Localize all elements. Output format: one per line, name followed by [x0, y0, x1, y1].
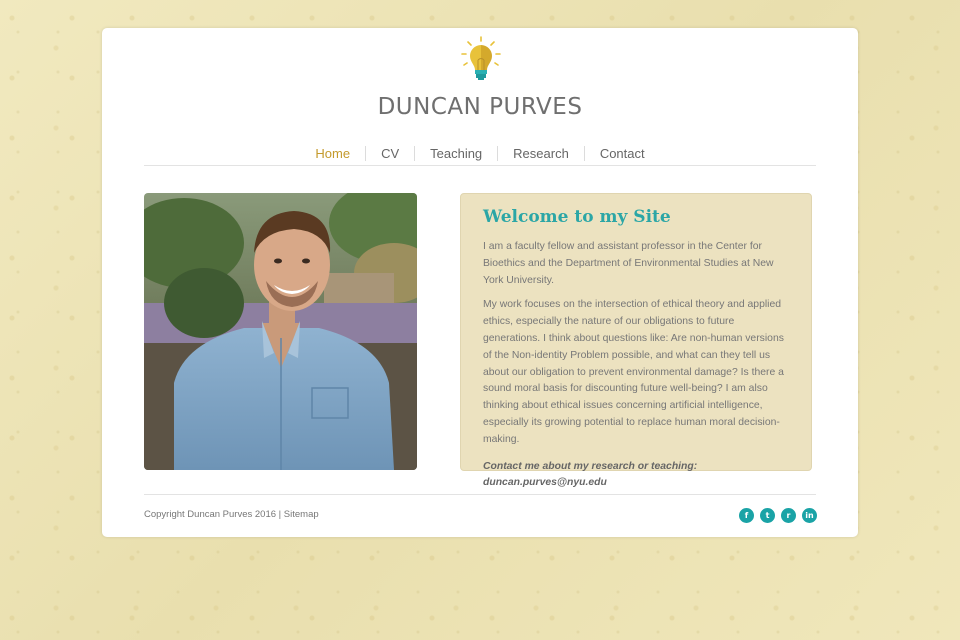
- twitter-icon[interactable]: t: [760, 508, 775, 523]
- intro-paragraph: I am a faculty fellow and assistant prof…: [483, 241, 774, 286]
- nav-cv[interactable]: CV: [365, 145, 414, 161]
- nav-teaching[interactable]: Teaching: [414, 145, 497, 161]
- lightbulb-icon: [461, 36, 501, 80]
- welcome-heading: Welcome to my Site: [483, 207, 671, 227]
- welcome-panel: Welcome to my Site I am a faculty fellow…: [460, 193, 812, 488]
- main-nav: Home CV Teaching Research Contact: [144, 142, 816, 164]
- content-card: DUNCAN PURVES Home CV Teaching Research …: [102, 28, 858, 537]
- nav-research[interactable]: Research: [497, 145, 584, 161]
- nav-home[interactable]: Home: [300, 146, 365, 161]
- research-paragraph: My work focuses on the intersection of e…: [483, 299, 784, 445]
- social-links: f t r in: [739, 508, 817, 523]
- nav-contact[interactable]: Contact: [583, 145, 660, 161]
- copyright-text: Copyright Duncan Purves 2016 |: [144, 509, 282, 520]
- contact-line[interactable]: Contact me about my research or teaching…: [483, 459, 789, 493]
- linkedin-icon[interactable]: in: [802, 508, 817, 523]
- facebook-icon[interactable]: f: [739, 508, 754, 523]
- footer-copyright: Copyright Duncan Purves 2016 | Sitemap: [144, 509, 319, 520]
- site-title[interactable]: DUNCAN PURVES: [102, 94, 858, 120]
- rss-icon[interactable]: r: [781, 508, 796, 523]
- profile-photo: [144, 193, 417, 470]
- sitemap-link[interactable]: Sitemap: [284, 509, 319, 520]
- footer-divider: [144, 494, 816, 495]
- nav-divider: [144, 165, 816, 166]
